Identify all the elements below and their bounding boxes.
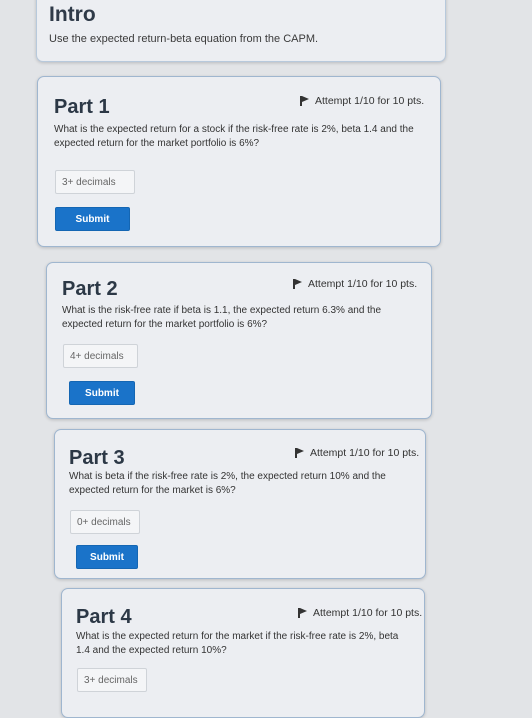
question-text: What is the expected return for the mark… xyxy=(76,631,399,656)
intro-text: Use the expected return-beta equation fr… xyxy=(49,33,319,45)
question-text: What is the expected return for a stock … xyxy=(54,124,414,149)
question-text: What is the risk-free rate if beta is 1.… xyxy=(62,305,382,330)
part-1-card: Part 1 Attempt 1/10 for 10 pts. What is … xyxy=(37,76,441,247)
flag-icon xyxy=(300,96,309,106)
attempt-label: Attempt 1/10 for 10 pts. xyxy=(310,447,420,459)
part-title: Part 2 xyxy=(62,278,118,300)
attempt-label: Attempt 1/10 for 10 pts. xyxy=(313,607,423,619)
part-title: Part 1 xyxy=(54,96,110,118)
flag-icon xyxy=(295,448,304,458)
part-title: Part 3 xyxy=(69,447,125,469)
part-title: Part 4 xyxy=(76,606,132,628)
submit-button[interactable]: Submit xyxy=(69,381,135,405)
question-text: What is beta if the risk-free rate is 2%… xyxy=(69,471,386,496)
intro-title: Intro xyxy=(49,3,96,26)
attempt-label: Attempt 1/10 for 10 pts. xyxy=(315,95,425,107)
part-4-card: Part 4 Attempt 1/10 for 10 pts. What is … xyxy=(61,588,425,718)
submit-button[interactable]: Submit xyxy=(76,545,138,569)
part-2-card: Part 2 Attempt 1/10 for 10 pts. What is … xyxy=(46,262,432,419)
intro-card: Intro Use the expected return-beta equat… xyxy=(36,0,446,62)
attempt-info: Attempt 1/10 for 10 pts. xyxy=(295,447,419,459)
flag-icon xyxy=(293,279,302,289)
part-3-card: Part 3 Attempt 1/10 for 10 pts. What is … xyxy=(54,429,426,579)
answer-input[interactable] xyxy=(55,170,135,194)
attempt-info: Attempt 1/10 for 10 pts. xyxy=(298,607,422,619)
attempt-info: Attempt 1/10 for 10 pts. xyxy=(300,95,424,107)
answer-input[interactable] xyxy=(77,668,147,692)
flag-icon xyxy=(298,608,307,618)
answer-input[interactable] xyxy=(70,510,140,534)
attempt-info: Attempt 1/10 for 10 pts. xyxy=(293,278,417,290)
submit-button[interactable]: Submit xyxy=(55,207,130,231)
attempt-label: Attempt 1/10 for 10 pts. xyxy=(308,278,418,290)
answer-input[interactable] xyxy=(63,344,138,368)
